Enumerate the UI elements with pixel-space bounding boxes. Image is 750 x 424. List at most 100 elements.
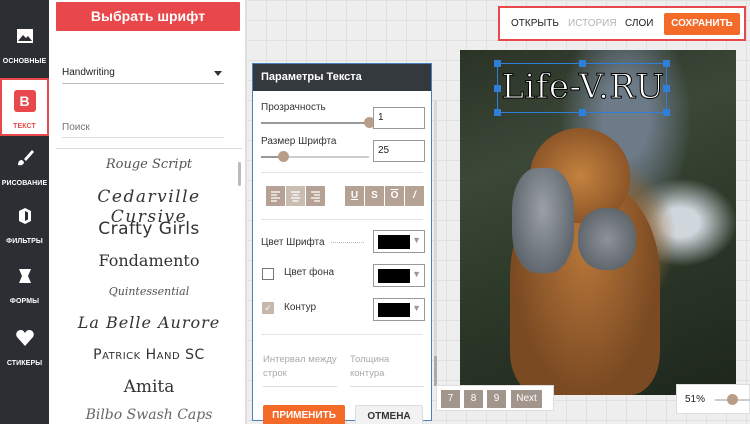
overline-button[interactable]: O: [385, 186, 404, 206]
resize-handle[interactable]: [579, 109, 586, 116]
align-left-icon: [271, 191, 280, 202]
align-left-button[interactable]: [266, 186, 285, 206]
font-size-label: Размер Шрифта: [261, 136, 337, 147]
font-list-scrollbar[interactable]: [238, 162, 241, 186]
opacity-label: Прозрачность: [261, 102, 326, 113]
tool-filters[interactable]: ФИЛЬТРЫ: [0, 198, 49, 256]
font-color-swatch: [378, 235, 410, 249]
font-item[interactable]: La Belle Aurore: [56, 313, 242, 332]
page-button[interactable]: 8: [464, 390, 483, 408]
font-color-picker[interactable]: ▼: [373, 230, 425, 253]
page-button[interactable]: 9: [487, 390, 506, 408]
underline-button[interactable]: U: [345, 186, 364, 206]
font-search-input[interactable]: [62, 118, 224, 138]
filter-icon: [18, 208, 31, 224]
resize-handle[interactable]: [579, 60, 586, 67]
chevron-down-icon: ▼: [412, 303, 421, 313]
resize-handle[interactable]: [494, 60, 501, 67]
text-object-selection[interactable]: Life-V.RU: [494, 60, 670, 116]
align-right-icon: [311, 191, 320, 202]
text-b-icon: B: [13, 90, 36, 112]
font-item[interactable]: Fondamento: [56, 251, 242, 270]
top-action-bar: ОТКРЫТЬ ИСТОРИЯ СЛОИ СОХРАНИТЬ: [498, 6, 746, 41]
overlay-text[interactable]: Life-V.RU: [501, 67, 665, 108]
bg-color-label: Цвет фона: [284, 267, 335, 278]
brush-icon: [17, 150, 34, 166]
chevron-down-icon: ▼: [412, 269, 421, 279]
font-size-input[interactable]: 25: [373, 140, 425, 162]
outline-checkbox[interactable]: ✓: [262, 302, 274, 314]
outline-color-picker[interactable]: ▼: [373, 298, 425, 321]
params-scrollbar-thumb[interactable]: [434, 356, 437, 386]
strikethrough-button[interactable]: S: [365, 186, 384, 206]
resize-handle[interactable]: [494, 85, 501, 92]
outline-width-input[interactable]: Толщина контура: [350, 353, 424, 381]
divider: [261, 172, 423, 173]
params-scrollbar[interactable]: [434, 100, 437, 386]
style-button-group: U S O /: [345, 186, 424, 206]
tool-shapes-label: ФОРМЫ: [9, 298, 40, 305]
font-item[interactable]: Quintessential: [56, 285, 242, 298]
zoom-control: 51%: [676, 384, 750, 414]
outline-label: Контур: [284, 302, 317, 313]
next-page-button[interactable]: Next: [511, 390, 542, 408]
bg-color-swatch: [378, 269, 410, 283]
cancel-button[interactable]: ОТМЕНА: [355, 405, 423, 424]
tool-draw-label: РИСОВАНИЕ: [1, 180, 48, 187]
left-toolbar: ОСНОВНЫЕ B ТЕКСТ РИСОВАНИЕ ФИЛЬТРЫ ФОРМЫ…: [0, 0, 49, 424]
italic-button[interactable]: /: [405, 186, 424, 206]
bg-color-checkbox[interactable]: [262, 268, 274, 280]
font-size-slider-knob[interactable]: [277, 151, 289, 162]
line-spacing-underline: [263, 386, 337, 387]
bg-color-picker[interactable]: ▼: [373, 264, 425, 287]
tool-stickers-label: СТИКЕРЫ: [6, 360, 43, 367]
font-item[interactable]: Amita: [56, 377, 242, 397]
pick-font-button[interactable]: Выбрать шрифт: [56, 2, 240, 31]
chevron-down-icon: ▼: [412, 235, 421, 245]
zoom-value: 51%: [685, 394, 706, 405]
align-right-button[interactable]: [306, 186, 325, 206]
save-button[interactable]: СОХРАНИТЬ: [664, 13, 740, 35]
tool-basic-label: ОСНОВНЫЕ: [2, 58, 47, 65]
history-button[interactable]: ИСТОРИЯ: [568, 18, 617, 29]
layers-button[interactable]: СЛОИ: [625, 18, 653, 29]
zoom-slider-knob[interactable]: [727, 394, 739, 405]
font-item[interactable]: Rouge Script: [56, 157, 242, 172]
opacity-slider[interactable]: [261, 117, 375, 128]
resize-handle[interactable]: [663, 85, 670, 92]
font-item[interactable]: Patrick Hand SC: [56, 347, 242, 363]
font-item[interactable]: Crafty Girls: [56, 219, 242, 239]
canvas-photo[interactable]: Life-V.RU: [460, 50, 736, 395]
align-center-button[interactable]: [286, 186, 305, 206]
page-button[interactable]: 7: [441, 390, 460, 408]
open-button[interactable]: ОТКРЫТЬ: [511, 18, 559, 29]
shape-icon: [18, 269, 31, 283]
tool-shapes[interactable]: ФОРМЫ: [0, 258, 49, 316]
resize-handle[interactable]: [663, 60, 670, 67]
opacity-slider-fill: [261, 122, 369, 124]
tool-text[interactable]: B ТЕКСТ: [0, 78, 49, 136]
font-list: Rouge Script Cedarville Cursive Crafty G…: [56, 148, 242, 424]
font-item[interactable]: Bilbo Swash Caps: [56, 407, 242, 423]
font-size-slider[interactable]: [261, 151, 369, 162]
apply-button[interactable]: ПРИМЕНИТЬ: [263, 405, 345, 424]
align-button-group: [266, 186, 325, 206]
tool-stickers[interactable]: СТИКЕРЫ: [0, 320, 49, 378]
opacity-input[interactable]: 1: [373, 107, 425, 129]
font-category-select[interactable]: Handwriting: [62, 64, 224, 84]
outline-width-underline: [350, 386, 424, 387]
divider: [261, 219, 423, 220]
resize-handle[interactable]: [494, 109, 501, 116]
line-spacing-input[interactable]: Интервал между строк: [263, 353, 337, 381]
image-icon: [16, 29, 33, 43]
outline-color-swatch: [378, 303, 410, 317]
text-params-panel: Параметры Текста Прозрачность 1 Размер Ш…: [252, 63, 432, 424]
pagination: 7 8 9 Next: [436, 385, 554, 411]
divider: [261, 334, 423, 335]
resize-handle[interactable]: [663, 109, 670, 116]
tool-basic[interactable]: ОСНОВНЫЕ: [0, 18, 49, 76]
text-params-title: Параметры Текста: [253, 64, 431, 91]
align-center-icon: [291, 191, 300, 202]
tool-draw[interactable]: РИСОВАНИЕ: [0, 140, 49, 198]
font-category-value: Handwriting: [62, 67, 115, 78]
